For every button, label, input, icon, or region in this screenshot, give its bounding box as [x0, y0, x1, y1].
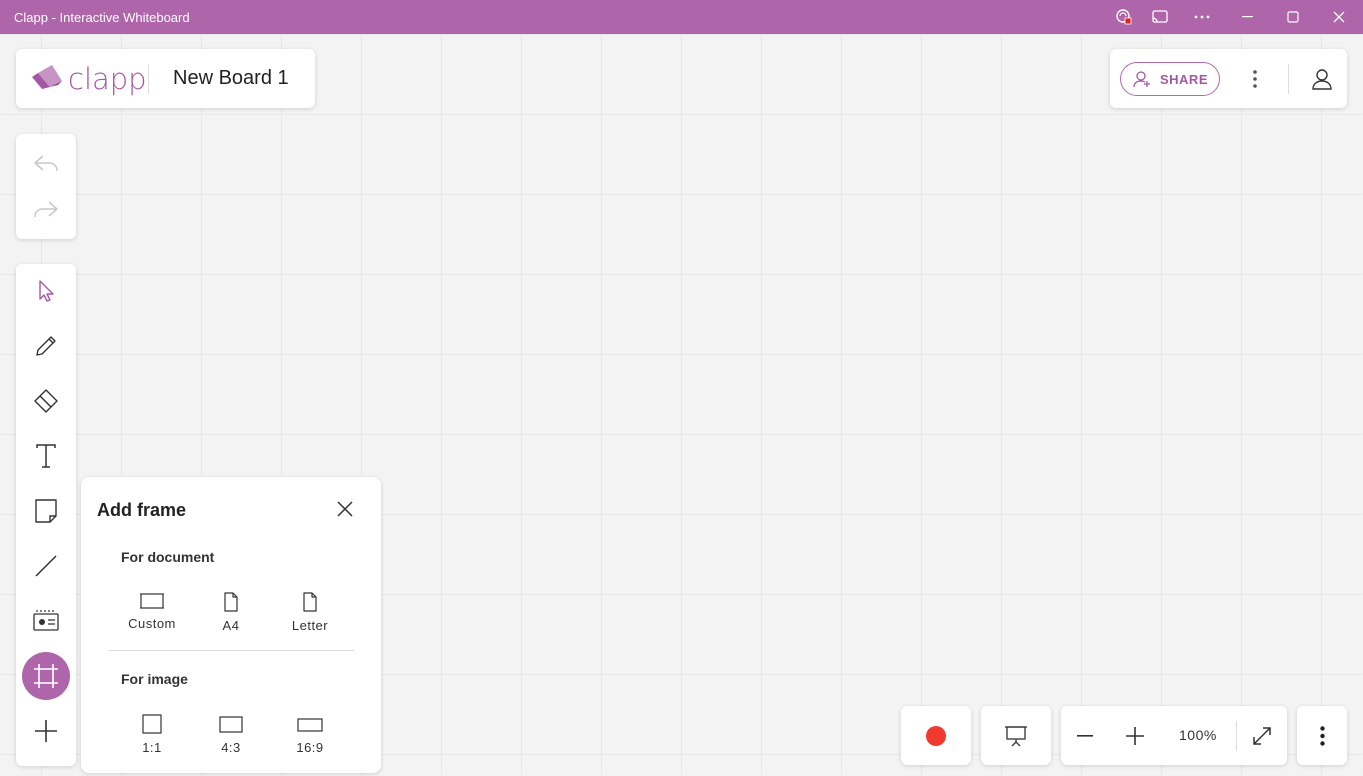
- section-title-image: For image: [121, 671, 188, 687]
- zoom-control: 100%: [1061, 706, 1287, 765]
- frame-option-16-9[interactable]: 16:9: [275, 714, 345, 755]
- board-header: clapp New Board 1: [16, 49, 315, 108]
- zoom-level[interactable]: 100%: [1179, 727, 1217, 743]
- maximize-icon[interactable]: [1271, 0, 1315, 34]
- share-button[interactable]: SHARE: [1120, 62, 1220, 96]
- frame-option-label: 1:1: [142, 740, 162, 755]
- more-options-control: [1297, 706, 1347, 765]
- frame-option-1-1[interactable]: 1:1: [117, 714, 187, 755]
- pen-icon[interactable]: [22, 322, 70, 370]
- divider: [1236, 721, 1237, 751]
- record-control: [901, 706, 971, 765]
- custom-frame-icon: [140, 593, 164, 609]
- document-icon: [224, 592, 238, 612]
- history-toolbar: [16, 134, 76, 239]
- card-icon[interactable]: [22, 597, 70, 645]
- close-icon[interactable]: [333, 498, 357, 520]
- frame-option-4-3[interactable]: 4:3: [196, 714, 266, 755]
- wide-frame-icon: [297, 718, 323, 732]
- zoom-in-icon[interactable]: [1123, 723, 1147, 749]
- undo-icon[interactable]: [32, 150, 60, 176]
- share-label: SHARE: [1159, 71, 1208, 87]
- user-icon[interactable]: [1310, 66, 1334, 92]
- clapp-logo[interactable]: clapp: [28, 59, 147, 99]
- close-icon[interactable]: [1317, 0, 1361, 34]
- tools-toolbar: [16, 264, 76, 766]
- divider: [1288, 64, 1289, 94]
- panel-title: Add frame: [97, 500, 187, 520]
- minimize-icon[interactable]: [1226, 0, 1270, 34]
- text-icon[interactable]: [22, 432, 70, 480]
- square-frame-icon: [142, 714, 162, 734]
- title-bar: Clapp - Interactive Whiteboard: [0, 0, 1363, 34]
- frame-option-a4[interactable]: A4: [196, 592, 266, 633]
- frame-option-label: Letter: [291, 618, 329, 633]
- more-vertical-icon[interactable]: [1310, 723, 1334, 749]
- frame-option-label: 4:3: [221, 740, 241, 755]
- window-title: Clapp - Interactive Whiteboard: [14, 10, 190, 25]
- add-user-icon: [1133, 71, 1150, 88]
- frame-option-label: Custom: [128, 616, 176, 631]
- more-icon[interactable]: [1180, 0, 1224, 34]
- frame-option-label: A4: [222, 618, 240, 633]
- section-title-document: For document: [121, 549, 215, 565]
- divider: [148, 64, 149, 94]
- redo-icon[interactable]: [32, 196, 60, 222]
- document-icon: [303, 592, 317, 612]
- rect-frame-icon: [219, 716, 243, 733]
- presentation-control: [981, 706, 1051, 765]
- share-toolbar: SHARE: [1110, 49, 1347, 108]
- logo-text: clapp: [68, 62, 147, 96]
- zoom-out-icon[interactable]: [1074, 723, 1098, 749]
- sticky-note-icon[interactable]: [22, 487, 70, 535]
- cast-icon[interactable]: [1138, 0, 1182, 34]
- frame-option-custom[interactable]: Custom: [117, 592, 187, 631]
- fullscreen-icon[interactable]: [1249, 723, 1275, 749]
- eraser-icon[interactable]: [22, 377, 70, 425]
- frame-option-label: 16:9: [296, 740, 324, 755]
- frame-icon[interactable]: [22, 652, 70, 700]
- presentation-icon[interactable]: [1003, 723, 1029, 749]
- line-icon[interactable]: [22, 542, 70, 590]
- frame-option-letter[interactable]: Letter: [275, 592, 345, 633]
- add-icon[interactable]: [22, 707, 70, 755]
- select-icon[interactable]: [22, 267, 70, 315]
- divider: [108, 650, 354, 651]
- more-vertical-icon[interactable]: [1245, 66, 1265, 92]
- add-frame-panel: Add frame For document Custom A4 Letter …: [81, 477, 381, 773]
- board-name[interactable]: New Board 1: [173, 67, 289, 90]
- record-button[interactable]: [923, 723, 949, 749]
